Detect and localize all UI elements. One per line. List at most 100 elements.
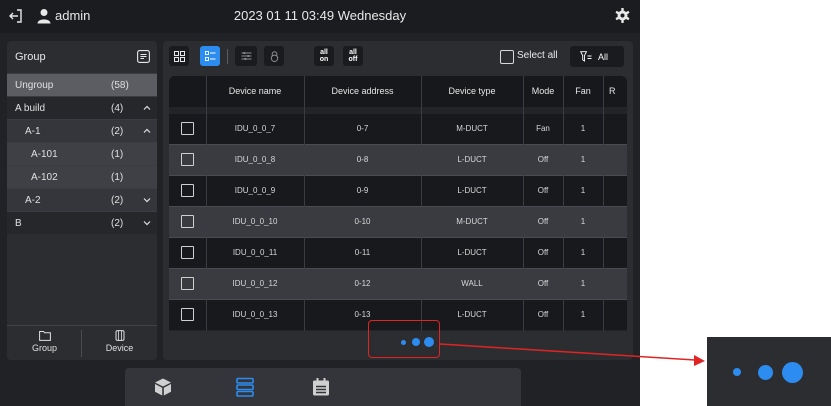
row-checkbox[interactable] <box>181 277 194 290</box>
list-view-button[interactable] <box>200 46 220 66</box>
control-settings-button[interactable] <box>235 46 257 66</box>
grid-view-icon <box>173 50 185 62</box>
row-checkbox[interactable] <box>181 184 194 197</box>
column-divider <box>603 76 604 331</box>
column-header[interactable]: Device address <box>304 76 421 107</box>
filter-button[interactable]: All <box>570 46 624 67</box>
row-checkbox[interactable] <box>181 308 194 321</box>
table-row[interactable]: IDU_0_0_12 0-12 WALL Off 1 <box>169 269 627 299</box>
fan-cell: 1 <box>580 186 586 195</box>
sidebar-item-label: A-2 <box>25 195 41 206</box>
sidebar-item-a-1[interactable]: A-1 (2) <box>7 120 157 142</box>
table-header: Device name Device address Device type M… <box>169 76 627 107</box>
column-header[interactable]: Device type <box>421 76 523 107</box>
chevron-up-icon[interactable] <box>143 127 151 135</box>
select-all-checkbox[interactable] <box>500 50 514 64</box>
column-divider <box>523 76 524 331</box>
bottom-dock <box>125 368 521 406</box>
sidebar-item-count: (1) <box>111 172 124 183</box>
fan-cell: 1 <box>580 217 586 226</box>
lock-button[interactable] <box>264 46 284 66</box>
column-header[interactable]: Mode <box>523 76 563 107</box>
device-name-cell: IDU_0_0_9 <box>234 186 276 195</box>
all-off-button[interactable]: all off <box>343 46 363 66</box>
table-row[interactable]: IDU_0_0_8 0-8 L-DUCT Off 1 <box>169 145 627 175</box>
device-cube-icon[interactable] <box>153 377 173 397</box>
sidebar-header: Group <box>7 41 157 73</box>
toolbar-divider <box>227 49 228 64</box>
device-name-cell: IDU_0_0_7 <box>234 124 276 133</box>
device-name-cell: IDU_0_0_11 <box>232 248 278 257</box>
row-checkbox[interactable] <box>181 153 194 166</box>
zoom-dot-large <box>782 362 803 383</box>
row-checkbox[interactable] <box>181 246 194 259</box>
filter-icon <box>580 51 592 62</box>
add-device-button[interactable]: Device <box>82 326 157 360</box>
sidebar-item-a-102[interactable]: A-102 (1) <box>7 166 157 188</box>
table-row[interactable]: IDU_0_0_11 0-11 L-DUCT Off 1 <box>169 238 627 268</box>
grid-view-button[interactable] <box>169 46 189 66</box>
sidebar-title: Group <box>15 51 46 63</box>
select-all-label: Select all <box>517 50 558 61</box>
list-view-icon <box>204 50 215 61</box>
device-type-cell: L-DUCT <box>457 186 487 195</box>
device-list-icon[interactable] <box>235 377 255 397</box>
settings-gear-icon[interactable] <box>614 7 631 24</box>
device-address-cell: 0-11 <box>354 248 371 257</box>
sidebar-item-label: A-1 <box>25 126 41 137</box>
all-off-label: all off <box>348 49 358 63</box>
column-divider <box>304 76 305 331</box>
sidebar-item-a-build[interactable]: A build (4) <box>7 97 157 119</box>
column-header[interactable]: Fan <box>563 76 603 107</box>
sidebar-item-ungroup[interactable]: Ungroup (58) <box>7 74 157 96</box>
sidebar-item-label: B <box>15 218 22 229</box>
device-toolbar: all on all off Select all All <box>163 41 633 73</box>
fan-cell: 1 <box>580 124 586 133</box>
folder-add-icon <box>38 331 51 341</box>
column-divider <box>206 76 207 331</box>
device-add-icon <box>115 330 124 341</box>
device-type-cell: L-DUCT <box>457 248 487 257</box>
sidebar-item-count: (4) <box>111 103 124 114</box>
table-row[interactable]: IDU_0_0_10 0-10 M-DUCT Off 1 <box>169 207 627 237</box>
device-type-cell: L-DUCT <box>457 155 487 164</box>
mode-cell: Off <box>537 186 549 195</box>
device-address-cell: 0-9 <box>356 186 369 195</box>
mode-cell: Fan <box>536 124 550 133</box>
add-group-label: Group <box>31 343 57 353</box>
device-address-cell: 0-8 <box>356 155 369 164</box>
device-type-cell: M-DUCT <box>456 217 488 226</box>
row-checkbox[interactable] <box>181 122 194 135</box>
chevron-down-icon[interactable] <box>143 219 151 227</box>
highlight-box <box>368 320 440 358</box>
add-group-button[interactable]: Group <box>7 326 82 360</box>
table-row[interactable]: IDU_0_0_7 0-7 M-DUCT Fan 1 <box>169 114 627 144</box>
all-on-button[interactable]: all on <box>314 46 334 66</box>
sidebar-item-count: (58) <box>111 80 129 91</box>
device-name-cell: IDU_0_0_12 <box>232 279 278 288</box>
chevron-up-icon[interactable] <box>143 104 151 112</box>
device-panel: all on all off Select all All Device nam… <box>163 41 633 360</box>
column-header[interactable]: Device name <box>206 76 304 107</box>
all-on-label: all on <box>319 49 329 63</box>
sidebar-item-count: (1) <box>111 149 124 160</box>
row-checkbox[interactable] <box>181 215 194 228</box>
sidebar-item-count: (2) <box>111 195 124 206</box>
fan-cell: 1 <box>580 310 586 319</box>
mode-cell: Off <box>537 310 549 319</box>
device-table: Device name Device address Device type M… <box>169 76 627 356</box>
table-row[interactable]: IDU_0_0_9 0-9 L-DUCT Off 1 <box>169 176 627 206</box>
top-bar: admin 2023 01 11 03:49 Wednesday <box>0 0 640 33</box>
sidebar-item-label: A build <box>15 103 46 114</box>
device-type-cell: WALL <box>461 279 483 288</box>
schedule-calendar-icon[interactable] <box>311 377 331 397</box>
sidebar-item-label: Ungroup <box>15 80 54 91</box>
sidebar-item-a-2[interactable]: A-2 (2) <box>7 189 157 211</box>
zoomed-pagination-view <box>707 337 831 406</box>
column-header[interactable]: R <box>603 76 627 107</box>
sidebar-item-a-101[interactable]: A-101 (1) <box>7 143 157 165</box>
filter-label: All <box>598 52 609 62</box>
sidebar-item-b[interactable]: B (2) <box>7 212 157 234</box>
collapse-list-icon[interactable] <box>137 50 150 63</box>
chevron-down-icon[interactable] <box>143 196 151 204</box>
